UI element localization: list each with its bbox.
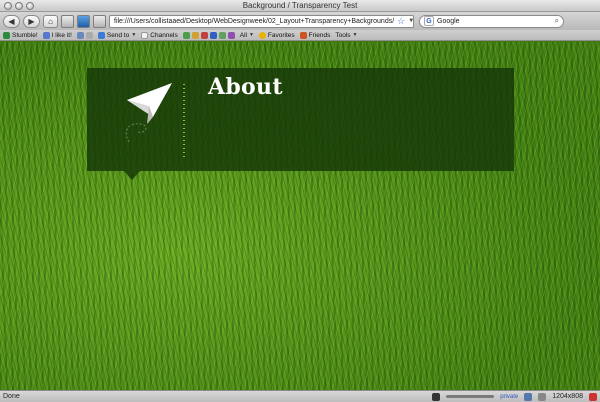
- send-icon: [97, 31, 105, 39]
- addon-icon[interactable]: [524, 392, 533, 401]
- search-icon[interactable]: ⌕: [555, 16, 559, 26]
- search-box[interactable]: G Google ⌕: [419, 14, 564, 28]
- status-widgets: private 1204x808: [432, 392, 597, 401]
- status-text: Done: [3, 393, 20, 400]
- chevron-down-icon: ▼: [248, 32, 254, 38]
- friends-icon: [299, 31, 307, 39]
- bookmark-label: Friends: [308, 31, 331, 39]
- bookmark-label: Tools: [335, 31, 351, 39]
- site-icon: [218, 31, 226, 39]
- pencil-icon: [85, 31, 93, 39]
- address-bar[interactable]: file:///Users/collistaaed/Desktop/WebDes…: [109, 14, 414, 28]
- site-icon: [200, 31, 208, 39]
- home-button[interactable]: ⌂: [43, 14, 58, 28]
- bookmark-channels[interactable]: Channels: [141, 31, 178, 39]
- status-bar: Done private 1204x808: [0, 390, 600, 402]
- url-text: file:///Users/collistaaed/Desktop/WebDes…: [114, 17, 395, 25]
- bookmark-star-icon[interactable]: ☆: [397, 16, 405, 27]
- bookmark-label: Channels: [150, 31, 178, 39]
- bookmark-all[interactable]: All ▼: [240, 32, 254, 39]
- addon-icon[interactable]: [538, 392, 547, 401]
- bookmark-favorites[interactable]: Favorites: [258, 31, 295, 39]
- url-history-dropdown-icon[interactable]: ▼: [408, 18, 413, 24]
- search-placeholder: Google: [437, 17, 460, 25]
- private-label: private: [500, 393, 519, 400]
- zoom-window-button[interactable]: [26, 2, 34, 10]
- toolbar-print-button[interactable]: [93, 14, 106, 28]
- back-button[interactable]: ◀: [3, 14, 20, 28]
- forward-button[interactable]: ▶: [23, 14, 40, 28]
- paper-plane-icon: [125, 83, 172, 143]
- bookmark-label: I like it!: [51, 31, 72, 39]
- zoom-slider[interactable]: [446, 395, 495, 398]
- toolbar-bookmark-button[interactable]: [77, 14, 90, 28]
- close-window-button[interactable]: [4, 2, 12, 10]
- minimize-window-button[interactable]: [15, 2, 23, 10]
- window-titlebar: Background / Transparency Test: [0, 0, 600, 12]
- window-size-text: 1204x808: [552, 393, 583, 400]
- chevron-down-icon: ▼: [352, 32, 358, 38]
- bookmark-friends[interactable]: Friends: [299, 31, 331, 39]
- window-controls: [4, 2, 34, 10]
- bookmark-label: Stumble!: [12, 31, 38, 39]
- window-title: Background / Transparency Test: [242, 1, 358, 10]
- dotted-divider: [183, 84, 185, 158]
- tag-icon: [76, 31, 84, 39]
- bookmark-tools[interactable]: Tools ▼: [335, 32, 357, 39]
- bookmark-label: Favorites: [267, 31, 295, 39]
- addon-icon[interactable]: [432, 392, 441, 401]
- bookmark-send-to[interactable]: Send to ▼: [97, 31, 137, 39]
- bookmarks-toolbar: Stumble! I like it! Send to ▼ Channels A…: [0, 30, 600, 41]
- site-icon: [209, 31, 217, 39]
- stumble-icon: [3, 31, 10, 39]
- forward-arrow-icon: ▶: [28, 16, 35, 26]
- site-icon: [182, 31, 190, 39]
- bookmark-label: All: [239, 31, 247, 39]
- bookmark-i-like-it[interactable]: I like it!: [42, 31, 72, 39]
- channels-icon: [141, 31, 149, 39]
- favorites-icon: [258, 31, 266, 39]
- page-content: About: [0, 42, 600, 390]
- toolbar-layout-button[interactable]: [61, 14, 74, 28]
- site-icon: [227, 31, 235, 39]
- browser-toolbar: ◀ ▶ ⌂ file:///Users/collistaaed/Desktop/…: [0, 12, 600, 30]
- bookmark-label: Send to: [106, 31, 130, 39]
- addon-icon[interactable]: [589, 392, 597, 401]
- bookmark-extras[interactable]: [76, 31, 93, 39]
- page-heading: About: [208, 74, 283, 100]
- bookmark-stumble[interactable]: Stumble!: [3, 31, 38, 39]
- bookmark-icon-strip[interactable]: [182, 31, 235, 39]
- chevron-down-icon: ▼: [131, 32, 137, 38]
- site-icon: [191, 31, 199, 39]
- back-arrow-icon: ◀: [8, 16, 15, 26]
- thumbs-up-icon: [42, 31, 50, 39]
- google-logo-icon[interactable]: G: [424, 16, 434, 26]
- home-icon: ⌂: [48, 16, 53, 26]
- banner-pointer: [124, 171, 140, 180]
